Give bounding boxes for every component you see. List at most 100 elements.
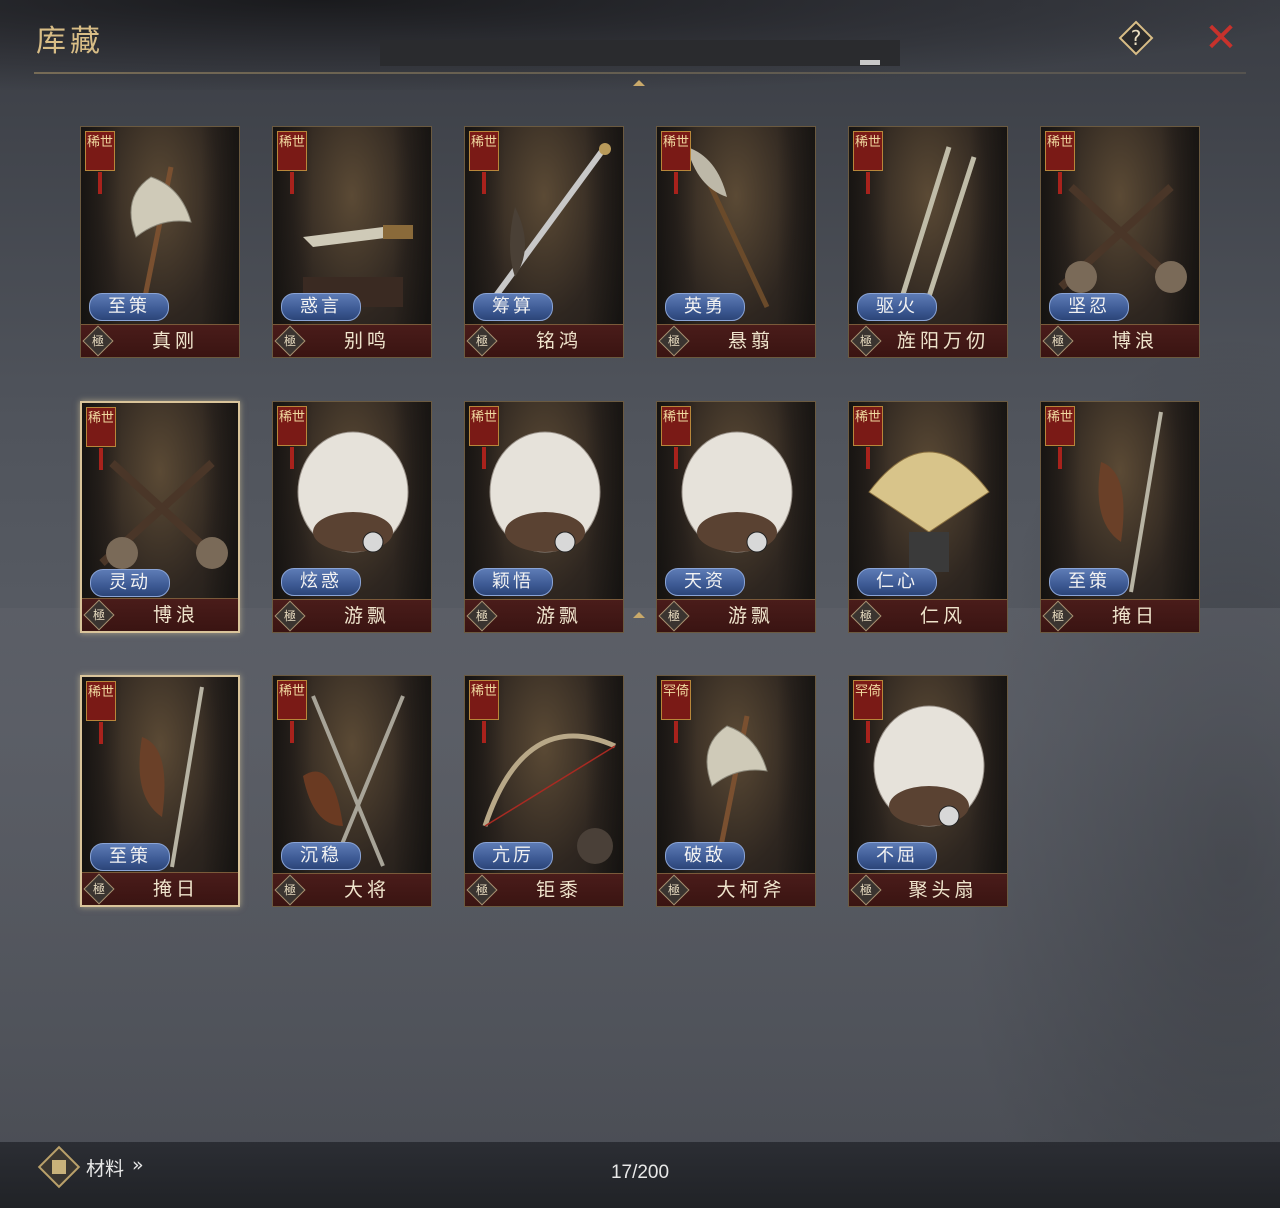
grade-icon: 極	[850, 874, 882, 906]
item-name: 博浪	[1111, 330, 1158, 352]
rarity-tag: 稀世	[469, 406, 499, 469]
name-bar: 極 博浪	[82, 598, 238, 631]
name-bar: 極旌阳万仞	[849, 324, 1007, 357]
close-button[interactable]: ✕	[1202, 18, 1240, 58]
name-bar: 極 大将	[273, 873, 431, 906]
trait-badge: 至策	[89, 293, 169, 321]
grade-icon: 極	[850, 325, 882, 357]
page-title: 库藏	[36, 24, 104, 59]
item-card[interactable]: 稀世 驱火極旌阳万仞	[848, 126, 1008, 358]
name-bar: 極 聚头扇	[849, 873, 1007, 906]
grade-icon: 極	[658, 874, 690, 906]
item-card[interactable]: 稀世 沉稳極 大将	[272, 675, 432, 907]
item-card[interactable]: 稀世 至策極 掩日	[80, 675, 240, 907]
trait-badge: 仁心	[857, 568, 937, 596]
rarity-tag: 稀世	[86, 407, 116, 470]
rarity-tag: 罕倚	[661, 680, 691, 743]
item-name: 游飘	[343, 605, 390, 627]
item-card[interactable]: 稀世至策極 真刚	[80, 126, 240, 358]
trait-badge: 惑言	[281, 293, 361, 321]
item-name: 仁风	[919, 605, 966, 627]
item-card[interactable]: 罕倚破敌極 大柯斧	[656, 675, 816, 907]
scroll-up-indicator	[633, 80, 645, 86]
name-bar: 極 游飘	[465, 599, 623, 632]
item-card[interactable]: 稀世 英勇極 悬翦	[656, 126, 816, 358]
svg-text:?: ?	[1131, 26, 1142, 50]
item-name: 博浪	[152, 604, 199, 626]
close-icon: ✕	[1204, 15, 1238, 61]
grade-icon: 極	[274, 600, 306, 632]
trait-badge: 不屈	[857, 842, 937, 870]
name-bar: 極 掩日	[1041, 599, 1199, 632]
title-divider	[34, 72, 1246, 74]
item-name: 大将	[343, 879, 390, 901]
trait-badge: 至策	[1049, 568, 1129, 596]
rarity-tag: 稀世	[469, 131, 499, 194]
grade-icon: 極	[274, 874, 306, 906]
materials-button[interactable]: 材料	[86, 1154, 124, 1181]
grade-icon: 極	[83, 873, 115, 905]
name-bar: 極 别鸣	[273, 324, 431, 357]
rarity-tag: 稀世	[853, 131, 883, 194]
scroll-indicator	[633, 612, 645, 618]
grade-icon: 極	[658, 600, 690, 632]
name-bar: 極 仁风	[849, 599, 1007, 632]
rarity-tag: 稀世	[277, 406, 307, 469]
item-card[interactable]: 稀世炫惑極 游飘	[272, 401, 432, 633]
grade-icon: 極	[466, 600, 498, 632]
item-card[interactable]: 稀世颖悟極 游飘	[464, 401, 624, 633]
item-card[interactable]: 稀世 亢厉極 钜黍	[464, 675, 624, 907]
rarity-tag: 稀世	[277, 680, 307, 743]
grade-icon: 極	[658, 325, 690, 357]
help-button[interactable]: ?	[1118, 20, 1154, 56]
item-card[interactable]: 稀世 天资極 游飘	[656, 401, 816, 633]
rarity-tag: 稀世	[469, 680, 499, 743]
item-card[interactable]: 稀世至策極 掩日	[1040, 401, 1200, 633]
item-name: 铭鸿	[535, 330, 582, 352]
trait-badge: 筹算	[473, 293, 553, 321]
grade-icon: 極	[82, 325, 114, 357]
name-bar: 極 铭鸿	[465, 324, 623, 357]
rarity-tag: 稀世	[1045, 406, 1075, 469]
trait-badge: 炫惑	[281, 568, 361, 596]
rarity-tag: 稀世	[1045, 131, 1075, 194]
grade-icon: 極	[466, 874, 498, 906]
item-card[interactable]: 稀世坚忍極 博浪	[1040, 126, 1200, 358]
rarity-tag: 稀世	[661, 131, 691, 194]
item-name: 真刚	[151, 330, 198, 352]
grade-icon: 極	[1042, 325, 1074, 357]
item-name: 旌阳万仞	[896, 330, 989, 352]
trait-badge: 至策	[90, 843, 170, 871]
name-bar: 極 掩日	[82, 872, 238, 905]
item-card[interactable]: 稀世灵动極 博浪	[80, 401, 240, 633]
item-name: 别鸣	[343, 330, 390, 352]
trait-badge: 灵动	[90, 569, 170, 597]
trait-badge: 英勇	[665, 293, 745, 321]
trait-badge: 颖悟	[473, 568, 553, 596]
grade-icon: 極	[850, 600, 882, 632]
rarity-tag: 稀世	[85, 131, 115, 194]
rarity-tag: 稀世	[277, 131, 307, 194]
item-name: 大柯斧	[716, 879, 786, 901]
item-card[interactable]: 稀世惑言極 别鸣	[272, 126, 432, 358]
item-name: 游飘	[535, 605, 582, 627]
name-bar: 極 游飘	[657, 599, 815, 632]
trait-badge: 天资	[665, 568, 745, 596]
trait-badge: 破敌	[665, 842, 745, 870]
item-name: 掩日	[152, 878, 199, 900]
trait-badge: 亢厉	[473, 842, 553, 870]
item-card[interactable]: 稀世仁心極 仁风	[848, 401, 1008, 633]
name-bar: 極 真刚	[81, 324, 239, 357]
rarity-tag: 稀世	[853, 406, 883, 469]
grade-icon: 極	[1042, 600, 1074, 632]
item-name: 聚头扇	[908, 879, 978, 901]
name-bar: 極 大柯斧	[657, 873, 815, 906]
grade-icon: 極	[274, 325, 306, 357]
item-card[interactable]: 稀世筹算極 铭鸿	[464, 126, 624, 358]
help-icon: ?	[1118, 20, 1154, 56]
rarity-tag: 罕倚	[853, 680, 883, 743]
trait-badge: 坚忍	[1049, 293, 1129, 321]
item-card[interactable]: 罕倚不屈極 聚头扇	[848, 675, 1008, 907]
materials-arrow-icon[interactable]: »	[132, 1154, 144, 1176]
redacted-bar	[380, 40, 900, 66]
